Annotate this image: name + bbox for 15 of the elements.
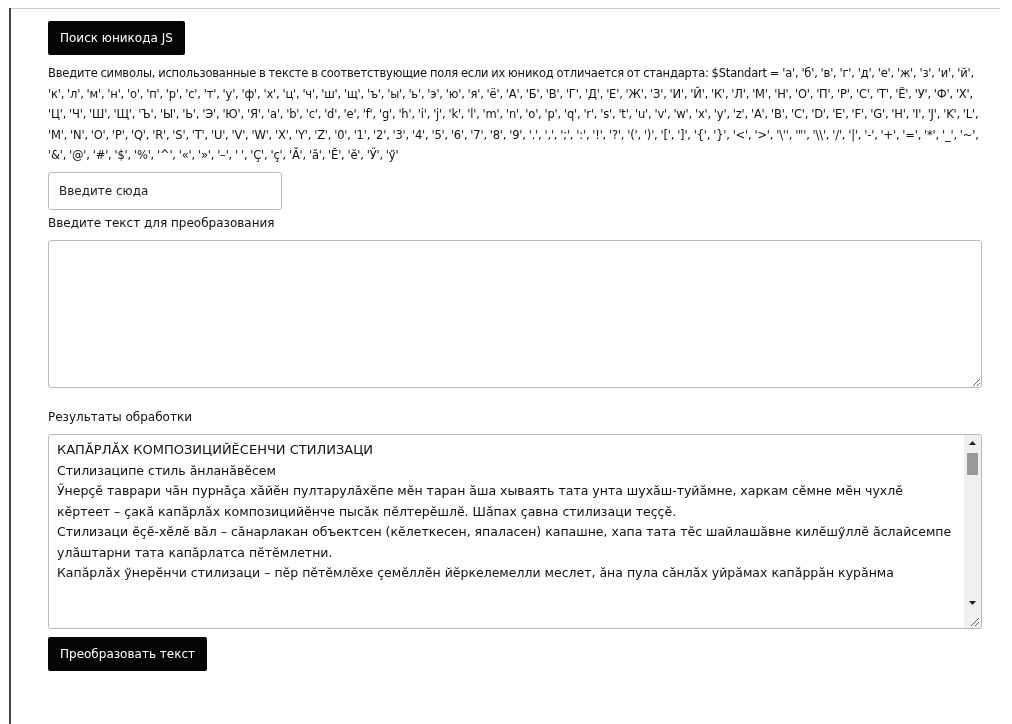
input-text-area[interactable]	[48, 239, 982, 388]
results-label: Результаты обработки	[48, 409, 192, 424]
instructions-text: Введите символы, использованные в тексте в соответствующие поля если их юникод отличается от стандарта: $Standart = 'а', 'б', 'в', 'г', 'д', 'е', 'ж', 'з', 'и', 'й', 'к', 'л', 'м', 'н', 'о', 'п', 'р', 'с', 'т', 'у', 'ф', 'х', 'ц', 'ч', 'ш', 'щ', 'ъ', 'ы', 'ь', 'э', 'ю', 'я', 'ё', 'А', 'Б', 'В', 'Г', 'Д', 'Е', 'Ж', 'З', 'И', 'Й', 'К', 'Л', 'М', 'Н', 'О', 'П', 'Р', 'С', 'Т', 'Ё', 'У', 'Ф', 'Х', 'Ц', 'Ч', 'Ш', 'Щ', 'Ъ', 'Ы', 'Ь', 'Э', 'Ю', 'Я', 'a', 'b', 'c', 'd', 'e', 'f', 'g', 'h', 'i', 'j', 'k', 'l', 'm', 'n', 'o', 'p', 'q', 'r', 's', 't', 'u', 'v', 'w', 'x', 'y', 'z', 'A', 'B', 'C', 'D', 'E', 'F', 'G', 'H', 'I', 'J', 'K', 'L', 'M', 'N', 'O', 'P', 'Q', 'R', 'S', 'T', 'U', 'V', 'W', 'X', 'Y', 'Z', '0', '1', '2', '3', '4', '5', '6', '7', '8', '9', '.', ',', ';', ':', '!', '?', '(', ')', '[', ']', '{', '}', '<', '>', '\'', '"', '\\', '/', '|', '-', '+', '=', '*', '_', '~', '&', '@', '#', '$', '%', '^', '«', '»', '–', ' ', 'Ç', 'ç', 'Ă', 'ă', 'Ĕ', 'ĕ', 'Ӳ', 'ӳ'	[48, 65, 980, 164]
result-paragraph: Стилизаци ĕçĕ-хĕлĕ вăл – сăнарлакан объектсен (кĕлеткесен, япаласен) капашне, хапа тата тĕс шайлашăвне килĕшӳллĕ ăслайсемпе улăштарни тата капăрлатса пĕтĕмлетни.	[57, 523, 953, 562]
result-paragraph: Капăрлăх ӳнерĕнчи стилизаци – пĕр пĕтĕмлĕхе çемĕллĕн йĕркелемелли меслет, ăна пула сăнлăх уйрăмах капăррăн курăнма	[57, 564, 895, 582]
result-paragraph: Ӳнерçĕ таврари чăн пурнăçа хăйĕн пултарулăхĕпе мĕн таран ăша хываять тата унта шухăш-туйăмне, харкам сĕмне мĕн чухлĕ кĕртеет – çакă капăрлăх композицийĕнче пысăк пĕлтерĕшлĕ. Шăпах çавна стилизаци теççĕ.	[57, 482, 904, 521]
result-heading: КАПĂРЛĂХ КОМПОЗИЦИЙĔСЕНЧИ СТИЛИЗАЦИ	[57, 440, 374, 459]
input-label: Введите текст для преобразования	[48, 215, 275, 230]
result-paragraph: Стилизаципе стиль ăнланăвĕсем	[57, 461, 277, 480]
results-text-area[interactable]	[48, 433, 982, 629]
convert-button[interactable]: Преобразовать текст	[48, 636, 207, 671]
scroll-thumb[interactable]	[967, 452, 978, 475]
symbol-input-field[interactable]: Введите сюда	[48, 171, 282, 210]
search-button[interactable]: Поиск юникода JS	[48, 21, 185, 55]
scrollbar[interactable]	[964, 434, 981, 628]
